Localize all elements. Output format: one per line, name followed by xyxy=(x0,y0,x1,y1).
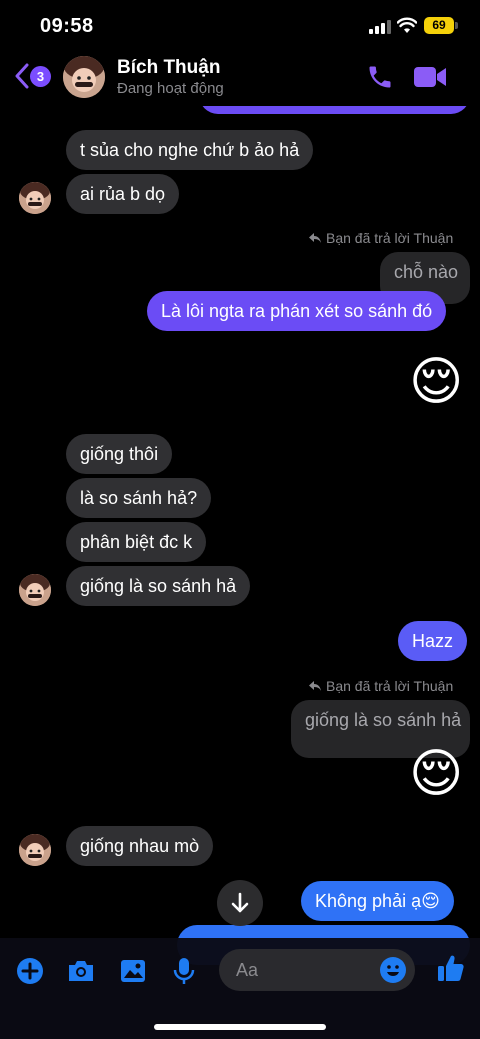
battery-tip xyxy=(455,22,458,29)
back-icon xyxy=(15,63,29,89)
message-bubble[interactable]: Là lôi ngta ra phán xét so sánh đó xyxy=(147,291,447,331)
message-bubble[interactable]: ai rủa b dọ xyxy=(66,174,180,214)
scroll-to-bottom-button[interactable] xyxy=(217,880,263,926)
emoji-message[interactable]: 😌 xyxy=(409,352,463,412)
signal-icon xyxy=(369,20,391,34)
message-bubble[interactable]: Không phải ạ😌 xyxy=(301,881,454,921)
composer-bar: Aa xyxy=(0,938,480,1039)
active-status: Đang hoạt động xyxy=(117,80,224,97)
message-bubble[interactable]: t sủa cho nghe chứ b ảo hả xyxy=(66,130,314,170)
thumbs-up-icon[interactable] xyxy=(435,952,467,984)
contact-avatar[interactable] xyxy=(19,574,51,606)
plus-icon[interactable] xyxy=(15,956,45,986)
unread-count-badge: 3 xyxy=(30,66,51,87)
emoji-message[interactable]: 😌 xyxy=(409,744,463,804)
message-input[interactable]: Aa xyxy=(219,949,415,991)
microphone-icon[interactable] xyxy=(169,956,199,986)
avatar[interactable] xyxy=(63,56,105,98)
home-indicator xyxy=(154,1024,326,1030)
image-icon[interactable] xyxy=(118,956,148,986)
contact-avatar[interactable] xyxy=(19,834,51,866)
message-bubble[interactable]: là so sánh hả? xyxy=(66,478,212,518)
arrow-down-icon xyxy=(231,892,249,913)
reply-arrow-icon xyxy=(309,681,321,691)
contact-name[interactable]: Bích Thuận xyxy=(117,57,220,79)
emoji-icon[interactable] xyxy=(379,956,407,984)
contact-avatar[interactable] xyxy=(19,182,51,214)
reply-label: Bạn đã trả lời Thuận xyxy=(308,678,453,694)
chat-header: 3 Bích Thuận Đang hoạt động xyxy=(0,48,480,106)
message-bubble[interactable]: giống là so sánh hả xyxy=(66,566,251,606)
reply-label: Bạn đã trả lời Thuận xyxy=(308,230,453,246)
message-list[interactable]: t sủa cho nghe chứ b ảo hả ai rủa b dọ B… xyxy=(0,0,480,1039)
status-time: 09:58 xyxy=(40,15,94,37)
message-input-placeholder: Aa xyxy=(236,960,259,980)
battery-icon: 69 xyxy=(424,17,454,34)
message-bubble[interactable]: giống nhau mò xyxy=(66,826,214,866)
wifi-icon xyxy=(397,17,417,33)
message-bubble[interactable]: Hazz xyxy=(398,621,468,661)
camera-icon[interactable] xyxy=(66,956,96,986)
message-bubble[interactable]: phân biệt đc k xyxy=(66,522,207,562)
video-camera-icon[interactable] xyxy=(413,64,447,90)
message-bubble[interactable]: giống thôi xyxy=(66,434,173,474)
reply-arrow-icon xyxy=(309,233,321,243)
status-bar: 09:58 69 xyxy=(0,0,480,50)
phone-icon[interactable] xyxy=(366,63,394,91)
